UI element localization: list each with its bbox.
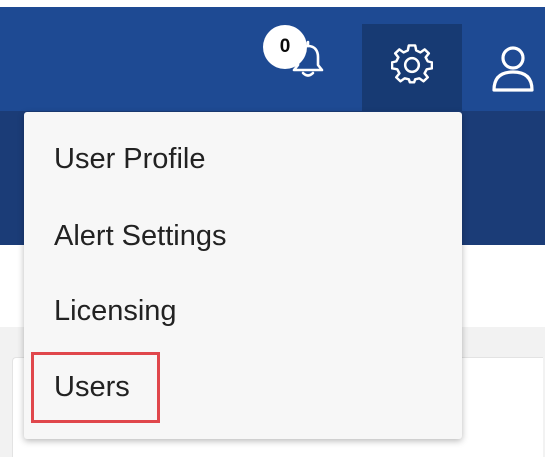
- menu-item-licensing[interactable]: Licensing: [24, 280, 462, 342]
- gear-icon: [391, 43, 433, 84]
- user-menu-button[interactable]: [485, 40, 545, 100]
- users-highlight-box: [31, 352, 160, 423]
- menu-item-user-profile[interactable]: User Profile: [24, 128, 462, 190]
- notifications-button[interactable]: 0: [260, 24, 340, 94]
- settings-button[interactable]: [362, 24, 462, 111]
- notification-count-badge: 0: [263, 25, 307, 69]
- menu-item-alert-settings[interactable]: Alert Settings: [24, 205, 462, 267]
- app-page: 0 User Profile Alert Settings Licensing …: [0, 0, 545, 457]
- user-icon: [492, 46, 534, 92]
- settings-dropdown-menu: User Profile Alert Settings Licensing Us…: [24, 112, 462, 439]
